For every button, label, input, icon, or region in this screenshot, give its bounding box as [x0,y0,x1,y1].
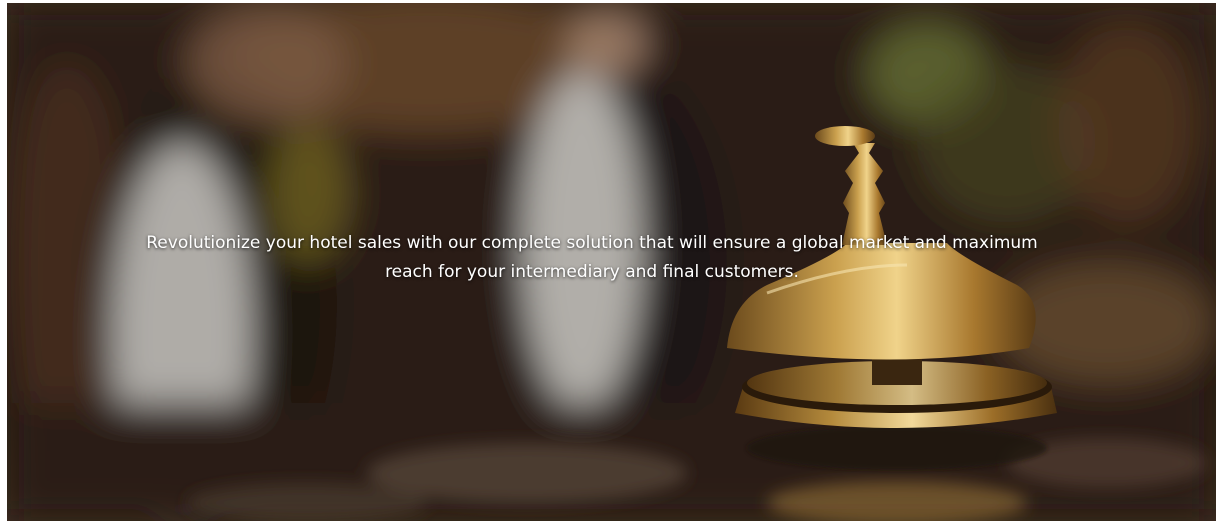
hero-banner: Revolutionize your hotel sales with our … [7,3,1216,521]
hero-tagline: Revolutionize your hotel sales with our … [146,233,1038,282]
